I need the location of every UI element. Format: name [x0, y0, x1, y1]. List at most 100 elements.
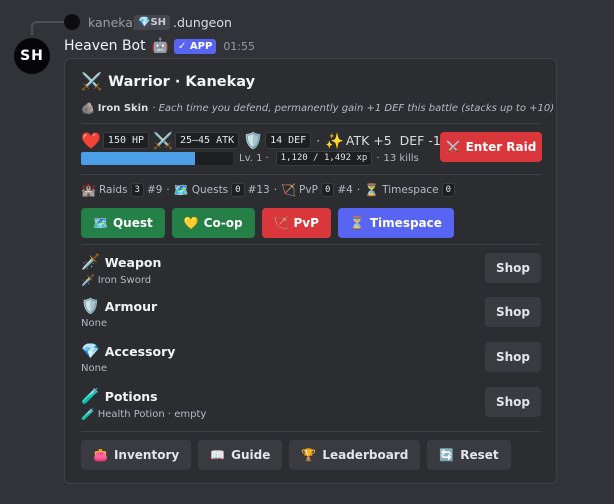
author-name[interactable]: Heaven Bot [64, 38, 146, 54]
pvp-label: PvP [299, 184, 318, 196]
pvp-rank: #4 [337, 184, 353, 196]
separator-dot: · [166, 184, 170, 196]
sparkles-icon: ✨ [325, 131, 344, 150]
quests-count: 0 [231, 183, 245, 197]
timespace-count: 0 [441, 183, 456, 197]
equipment-title: 💎 Accessory [81, 342, 175, 360]
crossed-swords-icon: ⚔️ [445, 140, 461, 154]
mode-buttons: 🗺️ Quest 💛 Co-op 🏹 PvP ⏳ Timespace [81, 208, 461, 238]
atk-value: 25–45 ATK [174, 132, 240, 149]
app-badge: ✓ APP [174, 38, 217, 54]
quest-button[interactable]: 🗺️ Quest [81, 208, 165, 238]
reset-label: Reset [460, 448, 499, 462]
leaderboard-label: Leaderboard [322, 448, 409, 462]
divider [81, 431, 541, 432]
quests-label: Quests [191, 184, 229, 196]
coop-button[interactable]: 💛 Co-op [171, 208, 255, 238]
timespace-button[interactable]: ⏳ Timespace [337, 208, 454, 238]
raids-count: 3 [130, 183, 144, 197]
hourglass-icon: ⏳ [349, 216, 365, 230]
separator-dot: · [356, 184, 361, 196]
equipment-value: None [81, 318, 107, 329]
guide-button[interactable]: 📖 Guide [198, 440, 283, 470]
kills-text: 13 kills [383, 153, 419, 164]
level-text: Lv. 1 [239, 153, 263, 164]
inventory-button[interactable]: 👛 Inventory [81, 440, 192, 470]
guide-label: Guide [231, 448, 271, 462]
skill-line: 🪨 Iron Skin · Each time you defend, perm… [81, 102, 554, 115]
timespace-button-label: Timespace [369, 216, 442, 230]
reply-avatar[interactable] [64, 14, 80, 30]
yellow-heart-icon: 💛 [183, 216, 199, 230]
raids-rank: #9 [146, 184, 163, 196]
coop-label: Co-op [203, 216, 243, 230]
purse-icon: 👛 [93, 448, 108, 462]
xp-progress-bar [81, 152, 233, 165]
shield-icon: 🛡️ [243, 131, 264, 150]
potions-value: Health Potion · empty [97, 409, 207, 420]
map-icon: 🗺️ [173, 183, 189, 197]
armour-heading: Armour [104, 298, 158, 314]
dagger-icon: 🗡️ [81, 274, 95, 287]
trophy-icon: 🏆 [301, 448, 317, 462]
armour-shop-button[interactable]: Shop [485, 297, 541, 327]
reply-username[interactable]: kanekay [88, 15, 140, 30]
embed-title: ⚔️ Warrior · Kanekay [81, 72, 255, 92]
equipment-title: 🛡️ Armour [81, 297, 157, 315]
xp-row: Lv. 1 · 1,120 / 1,492 xp · 13 kills [81, 151, 419, 166]
bow-and-arrow-icon: 🏹 [281, 183, 297, 197]
embed-title-text: Warrior · Kanekay [108, 74, 256, 90]
def-value: 14 DEF [265, 132, 312, 149]
quests-rank: #13 [247, 184, 270, 196]
robot-icon: 🤖 [151, 38, 170, 54]
weapon-shop-button[interactable]: Shop [485, 253, 541, 283]
equipment-title: 🗡️ Weapon [81, 253, 161, 271]
test-tube-icon: 🧪 [81, 408, 95, 421]
equipment-value: 🗡️ Iron Sword [81, 274, 151, 287]
crossed-swords-icon: ⚔️ [81, 72, 103, 92]
buff-text: ATK +5 DEF -1 [345, 133, 441, 148]
castle-icon: 🏰 [81, 183, 96, 197]
divider [81, 244, 541, 245]
pvp-button-label: PvP [293, 216, 319, 230]
bot-avatar[interactable]: SH [14, 38, 50, 74]
reply-command[interactable]: .dungeon [173, 15, 232, 30]
equipment-accessory: 💎 Accessory None Shop [81, 342, 541, 382]
test-tube-icon: 🧪 [81, 387, 100, 405]
timespace-label: Timespace [382, 184, 439, 196]
gem-icon: 💎 [81, 342, 100, 360]
hourglass-icon: ⏳ [364, 183, 380, 197]
inventory-label: Inventory [113, 448, 180, 462]
dagger-icon: 🗡️ [81, 253, 100, 271]
leaderboard-button[interactable]: 🏆 Leaderboard [289, 440, 421, 470]
equipment-weapon: 🗡️ Weapon 🗡️ Iron Sword Shop [81, 253, 541, 293]
reply-guild-tag: 💎SH [134, 15, 171, 30]
equipment-potions: 🧪 Potions 🧪 Health Potion · empty Shop [81, 387, 541, 427]
divider [81, 174, 541, 175]
progress-row: 🏰 Raids 3 #9 · 🗺️ Quests 0 #13 · 🏹 PvP 0… [81, 183, 458, 197]
xp-value: 1,120 / 1,492 xp [275, 151, 373, 166]
book-icon: 📖 [210, 448, 226, 462]
enter-raid-label: Enter Raid [465, 140, 537, 154]
reset-button[interactable]: 🔄 Reset [427, 440, 511, 470]
separator-dot: · [265, 153, 269, 164]
accessory-shop-button[interactable]: Shop [485, 342, 541, 372]
weapon-value: Iron Sword [97, 275, 152, 286]
potions-shop-button[interactable]: Shop [485, 387, 541, 417]
reply-connector [31, 21, 65, 35]
skill-description: · Each time you defend, permanently gain… [152, 103, 555, 114]
enter-raid-button[interactable]: ⚔️ Enter Raid [440, 132, 542, 162]
crossed-swords-icon: ⚔️ [153, 131, 173, 150]
bow-and-arrow-icon: 🏹 [273, 216, 289, 230]
separator-dot: · [316, 133, 321, 148]
divider [81, 123, 541, 124]
action-buttons: 👛 Inventory 📖 Guide 🏆 Leaderboard 🔄 Rese… [81, 440, 518, 470]
dungeon-embed: ⚔️ Warrior · Kanekay 🪨 Iron Skin · Each … [64, 58, 557, 484]
stats-row: ❤️ 150 HP ⚔️ 25–45 ATK 🛡️ 14 DEF · ✨ ATK… [81, 131, 441, 150]
message-timestamp: 01:55 [223, 39, 256, 53]
accessory-value: None [81, 363, 108, 374]
rock-icon: 🪨 [81, 102, 95, 115]
weapon-heading: Weapon [104, 254, 162, 270]
armour-value: None [81, 318, 108, 329]
pvp-button[interactable]: 🏹 PvP [261, 208, 331, 238]
